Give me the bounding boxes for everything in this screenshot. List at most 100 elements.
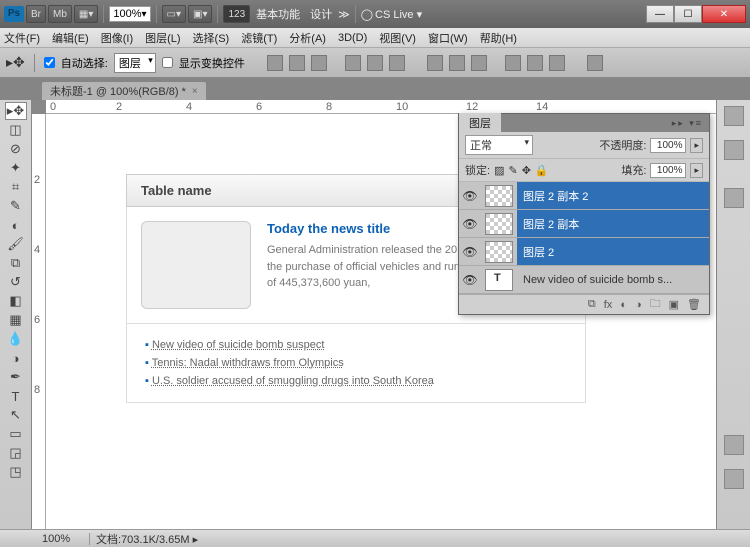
fill-input[interactable]: 100% xyxy=(650,163,686,178)
path-tool[interactable]: ↖ xyxy=(5,406,27,424)
link[interactable]: Tennis: Nadal withdraws from Olympics xyxy=(152,357,344,369)
visibility-icon[interactable]: 👁 xyxy=(459,273,481,287)
adjustment-layer-icon[interactable]: ◑ xyxy=(635,299,642,311)
new-layer-icon[interactable]: ▣ xyxy=(669,298,679,311)
distribute-icon[interactable] xyxy=(527,55,543,71)
zoom-select[interactable]: 100% ▾ xyxy=(109,6,150,22)
menu-filter[interactable]: 滤镜(T) xyxy=(241,30,277,46)
history-brush-tool[interactable]: ↺ xyxy=(5,273,27,291)
distribute-icon[interactable] xyxy=(427,55,443,71)
layer-mask-icon[interactable]: ◐ xyxy=(620,299,627,311)
layer-item[interactable]: 👁 New video of suicide bomb s... xyxy=(459,266,709,294)
healing-tool[interactable]: ◐ xyxy=(5,216,27,234)
close-button[interactable]: ✕ xyxy=(702,5,746,23)
brush-tool[interactable]: 🖌 xyxy=(5,235,27,253)
link-layers-icon[interactable]: ⧉ xyxy=(588,298,596,311)
align-icon[interactable] xyxy=(311,55,327,71)
delete-layer-icon[interactable]: 🗑 xyxy=(687,298,701,311)
visibility-icon[interactable]: 👁 xyxy=(459,189,481,203)
layers-tab[interactable]: 图层 xyxy=(459,113,501,133)
distribute-icon[interactable] xyxy=(549,55,565,71)
minimize-button[interactable]: — xyxy=(646,5,674,23)
menu-layer[interactable]: 图层(L) xyxy=(145,30,180,46)
showcontrols-checkbox[interactable] xyxy=(162,57,173,68)
stamp-tool[interactable]: ⧉ xyxy=(5,254,27,272)
visibility-icon[interactable]: 👁 xyxy=(459,245,481,259)
status-zoom[interactable]: 100% xyxy=(0,533,90,545)
link[interactable]: U.S. soldier accused of smuggling drugs … xyxy=(152,375,434,387)
menu-analysis[interactable]: 分析(A) xyxy=(289,30,326,46)
layer-fx-icon[interactable]: fx xyxy=(604,299,613,311)
menu-3d[interactable]: 3D(D) xyxy=(338,32,367,44)
eraser-tool[interactable]: ◧ xyxy=(5,292,27,310)
panel-menu-icon[interactable]: ▸▸ ▾≡ xyxy=(666,118,709,129)
opacity-input[interactable]: 100% xyxy=(650,138,686,153)
minibridge-button[interactable]: Mb xyxy=(48,5,72,23)
align-icon[interactable] xyxy=(289,55,305,71)
menu-image[interactable]: 图像(I) xyxy=(101,30,133,46)
dock-char-icon[interactable] xyxy=(724,469,744,489)
distribute-icon[interactable] xyxy=(505,55,521,71)
layer-name[interactable]: 图层 2 副本 2 xyxy=(517,182,709,209)
view-extras-button[interactable]: ▦▾ xyxy=(74,5,98,23)
3dcam-tool[interactable]: ◳ xyxy=(5,463,27,481)
dock-color-icon[interactable] xyxy=(724,106,744,126)
layer-item[interactable]: 👁 图层 2 副本 xyxy=(459,210,709,238)
more-icon[interactable]: ≫ xyxy=(338,8,350,21)
layer-group-icon[interactable]: 🗀 xyxy=(650,295,661,314)
blend-mode-dropdown[interactable]: 正常 xyxy=(465,135,533,155)
menu-edit[interactable]: 编辑(E) xyxy=(52,30,89,46)
move-tool[interactable]: ▸✥ xyxy=(5,102,27,120)
menu-window[interactable]: 窗口(W) xyxy=(428,30,468,46)
maximize-button[interactable]: ☐ xyxy=(674,5,702,23)
fill-arrow-icon[interactable]: ▸ xyxy=(690,163,703,178)
crop-tool[interactable]: ⌗ xyxy=(5,178,27,196)
num-button[interactable]: 123 xyxy=(223,5,250,23)
menu-view[interactable]: 视图(V) xyxy=(379,30,416,46)
workspace-basic[interactable]: 基本功能 xyxy=(256,6,300,22)
layer-name[interactable]: 图层 2 副本 xyxy=(517,210,709,237)
eyedropper-tool[interactable]: ✎ xyxy=(5,197,27,215)
link[interactable]: New video of suicide bomb suspect xyxy=(152,339,324,351)
close-tab-icon[interactable]: × xyxy=(192,86,198,97)
dock-layers-icon[interactable] xyxy=(724,188,744,208)
lock-position-icon[interactable]: ✥ xyxy=(522,164,531,177)
menu-help[interactable]: 帮助(H) xyxy=(480,30,517,46)
layer-name[interactable]: New video of suicide bomb s... xyxy=(517,266,709,293)
shape-tool[interactable]: ▭ xyxy=(5,425,27,443)
3d-tool[interactable]: ◲ xyxy=(5,444,27,462)
lock-transparency-icon[interactable]: ▨ xyxy=(494,164,504,177)
workspace-design[interactable]: 设计 xyxy=(310,6,332,22)
dock-history-icon[interactable] xyxy=(724,435,744,455)
lock-all-icon[interactable]: 🔒 xyxy=(535,164,549,177)
dodge-tool[interactable]: ◑ xyxy=(5,349,27,367)
dock-adjust-icon[interactable] xyxy=(724,140,744,160)
wand-tool[interactable]: ✦ xyxy=(5,159,27,177)
distribute-icon[interactable] xyxy=(471,55,487,71)
layer-item[interactable]: 👁 图层 2 副本 2 xyxy=(459,182,709,210)
autoselect-checkbox[interactable] xyxy=(44,57,55,68)
autoselect-dropdown[interactable]: 图层 xyxy=(114,53,156,73)
visibility-icon[interactable]: 👁 xyxy=(459,217,481,231)
document-tab[interactable]: 未标题-1 @ 100%(RGB/8) * × xyxy=(42,82,206,100)
screen-mode-button[interactable]: ▣▾ xyxy=(188,5,212,23)
layers-panel[interactable]: 图层 ▸▸ ▾≡ 正常 不透明度: 100% ▸ 锁定: ▨ ✎ ✥ 🔒 填充:… xyxy=(458,113,710,315)
distribute-icon[interactable] xyxy=(449,55,465,71)
align-icon[interactable] xyxy=(367,55,383,71)
opacity-arrow-icon[interactable]: ▸ xyxy=(690,138,703,153)
status-doc[interactable]: 文档:703.1K/3.65M ▸ xyxy=(90,531,204,547)
marquee-tool[interactable]: ◫ xyxy=(5,121,27,139)
menu-select[interactable]: 选择(S) xyxy=(193,30,230,46)
autoalign-icon[interactable] xyxy=(587,55,603,71)
cslive-button[interactable]: CS Live ▾ xyxy=(375,8,422,21)
menu-file[interactable]: 文件(F) xyxy=(4,30,40,46)
lock-pixels-icon[interactable]: ✎ xyxy=(508,164,517,177)
gradient-tool[interactable]: ▦ xyxy=(5,311,27,329)
type-tool[interactable]: T xyxy=(5,387,27,405)
bridge-button[interactable]: Br xyxy=(26,5,46,23)
pen-tool[interactable]: ✒ xyxy=(5,368,27,386)
align-icon[interactable] xyxy=(389,55,405,71)
blur-tool[interactable]: 💧 xyxy=(5,330,27,348)
layer-name[interactable]: 图层 2 xyxy=(517,238,709,265)
arrange-button[interactable]: ▭▾ xyxy=(162,5,186,23)
